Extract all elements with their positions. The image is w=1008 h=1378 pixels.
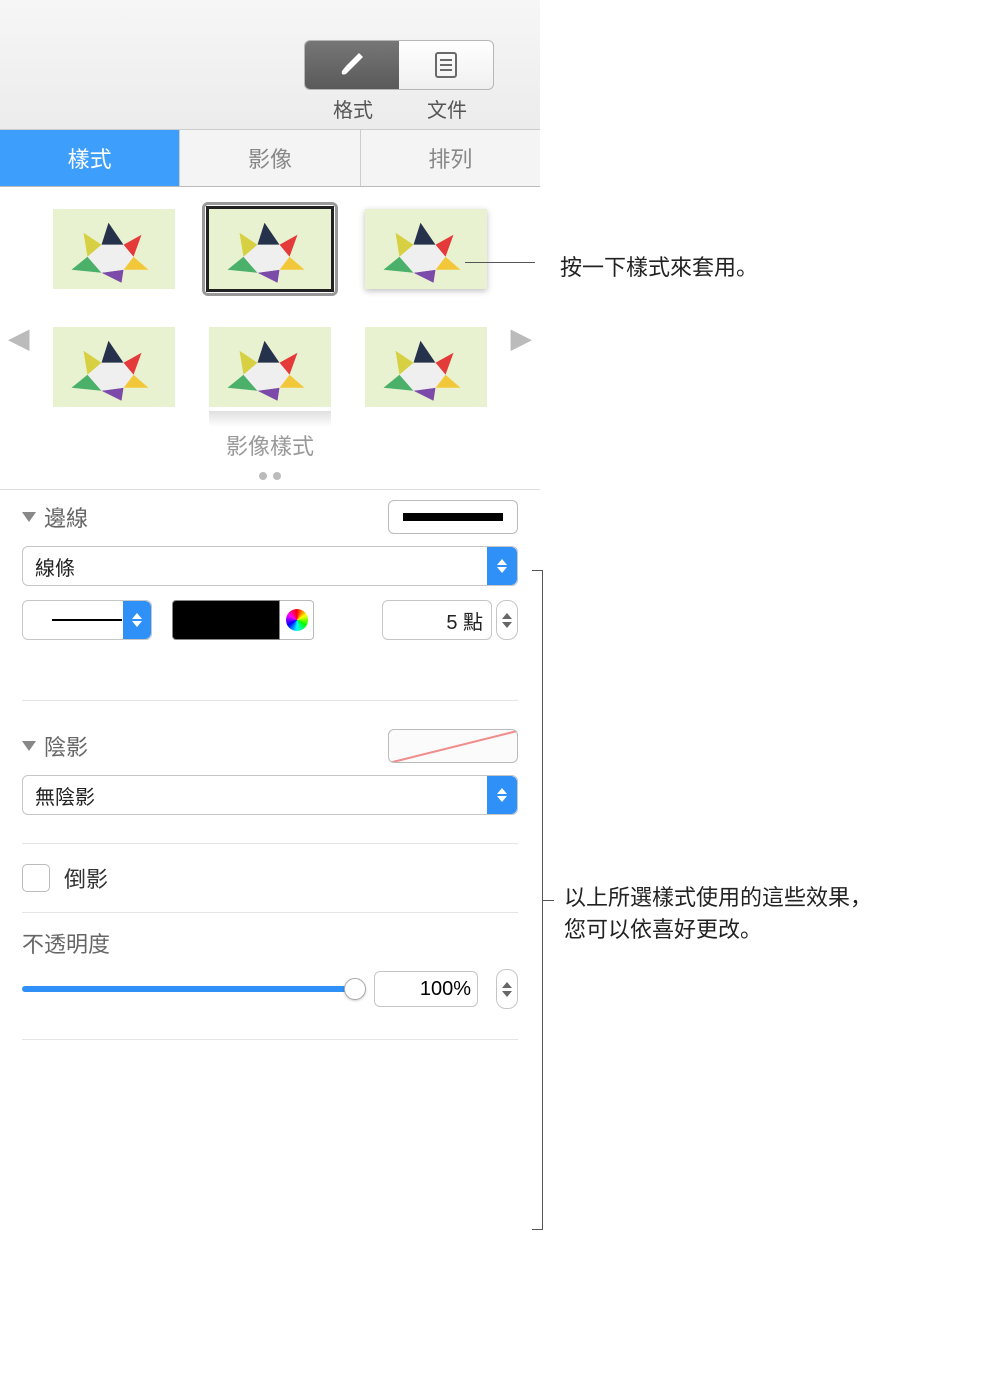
style-thumb[interactable]	[205, 205, 335, 293]
shadow-type-value: 無陰影	[35, 781, 95, 810]
shadow-section: 陰影 無陰影 倒影 不透明度 100%	[0, 729, 540, 1068]
style-page-dots[interactable]	[0, 467, 540, 483]
opacity-slider[interactable]	[22, 986, 356, 992]
style-thumb[interactable]	[205, 323, 335, 411]
reflection-checkbox[interactable]	[22, 864, 50, 892]
border-type-value: 線條	[35, 552, 75, 581]
style-thumb[interactable]	[361, 323, 491, 411]
paintbrush-icon	[337, 50, 367, 80]
border-line-style-dropdown[interactable]	[22, 600, 152, 640]
border-section: 邊線 線條 5 點	[0, 490, 540, 729]
chevron-updown-icon	[487, 547, 517, 585]
style-thumbnails-area: ◀ ▶	[0, 187, 540, 489]
annotation-click-style: 按一下樣式來套用。	[560, 250, 758, 282]
tab-arrange[interactable]: 排列	[361, 130, 540, 186]
chevron-updown-icon	[487, 776, 517, 814]
opacity-stepper[interactable]	[496, 969, 518, 1009]
disclosure-triangle-icon[interactable]	[22, 741, 36, 751]
toolbar: 格式 文件	[0, 0, 540, 130]
document-button[interactable]	[399, 41, 493, 89]
tab-style[interactable]: 樣式	[0, 130, 180, 186]
border-width-stepper[interactable]	[496, 600, 518, 640]
border-type-dropdown[interactable]: 線條	[22, 546, 518, 586]
border-color-well[interactable]	[172, 600, 314, 640]
image-styles-caption: 影像樣式	[0, 429, 540, 461]
color-swatch[interactable]	[172, 600, 280, 640]
document-icon	[433, 50, 459, 80]
border-title: 邊線	[44, 501, 88, 533]
prev-styles-arrow[interactable]: ◀	[8, 322, 30, 355]
shadow-preview[interactable]	[388, 729, 518, 763]
inspector-tabs: 樣式 影像 排列	[0, 130, 540, 187]
opacity-label: 不透明度	[22, 927, 518, 959]
border-preview[interactable]	[388, 500, 518, 534]
style-thumb[interactable]	[49, 205, 179, 293]
disclosure-triangle-icon[interactable]	[22, 512, 36, 522]
color-wheel-icon	[286, 609, 308, 631]
color-wheel-button[interactable]	[280, 600, 314, 640]
shadow-type-dropdown[interactable]: 無陰影	[22, 775, 518, 815]
opacity-input[interactable]: 100%	[374, 971, 478, 1007]
document-label: 文件	[400, 94, 494, 123]
chevron-updown-icon	[123, 601, 151, 639]
next-styles-arrow[interactable]: ▶	[510, 322, 532, 355]
format-button[interactable]	[305, 41, 399, 89]
tab-image[interactable]: 影像	[180, 130, 360, 186]
inspector-panel: 格式 文件 樣式 影像 排列 ◀ ▶	[0, 0, 540, 1068]
annotation-effects: 以上所選樣式使用的這些效果， 您可以依喜好更改。	[564, 880, 872, 944]
toolbar-segment	[304, 40, 494, 90]
format-label: 格式	[306, 94, 400, 123]
style-thumb[interactable]	[361, 205, 491, 293]
shadow-title: 陰影	[44, 730, 88, 762]
border-width-input[interactable]: 5 點	[382, 600, 492, 640]
reflection-label: 倒影	[64, 862, 108, 894]
style-thumb[interactable]	[49, 323, 179, 411]
